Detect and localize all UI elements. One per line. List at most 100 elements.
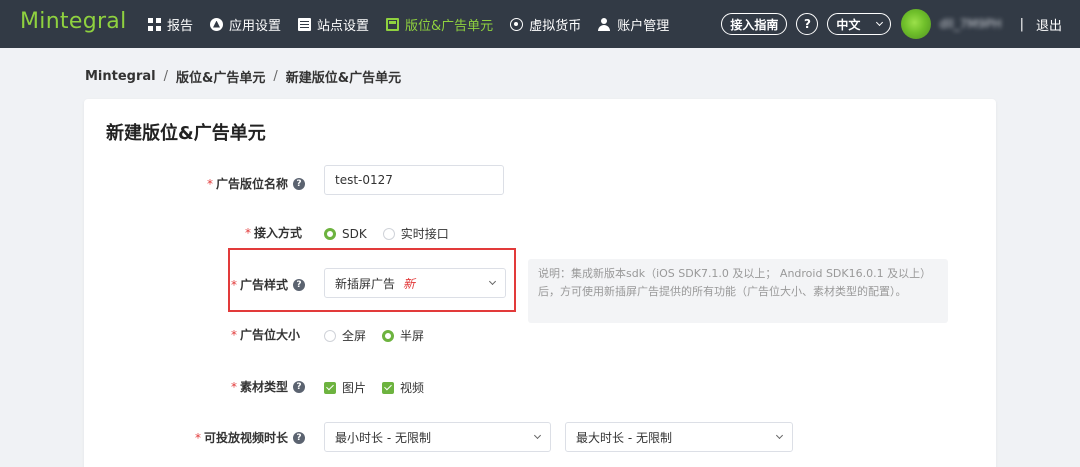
logout-link[interactable]: 退出 <box>1036 15 1062 34</box>
placement-name-label: * 广告版位名称 ? <box>207 175 305 192</box>
nav-item-label: 账户管理 <box>617 18 670 34</box>
nav-item-virtual-currency[interactable]: 虚拟货币 <box>510 0 581 48</box>
list-icon <box>298 17 312 31</box>
ad-style-note: 说明：集成新版本sdk（iOS SDK7.1.0 及以上； Android SD… <box>528 259 948 323</box>
nav-item-label: 站点设置 <box>317 18 370 34</box>
option-label: 视频 <box>400 381 425 395</box>
access-method-label-col: * 接入方式 <box>84 222 305 242</box>
breadcrumb-separator: / <box>273 69 278 84</box>
nav-item-reports[interactable]: 报告 <box>148 0 193 48</box>
logo[interactable]: Mintegral <box>20 9 127 34</box>
app-icon <box>210 17 224 31</box>
required-mark: * <box>194 430 201 445</box>
option-label: SDK <box>342 226 367 241</box>
radio-empty-icon <box>324 329 336 342</box>
dashboard-icon <box>148 17 161 31</box>
placement-name-label-col: * 广告版位名称 ? <box>84 173 305 193</box>
new-tag: 新 <box>403 276 416 291</box>
page-title: 新建版位&广告单元 <box>106 123 266 144</box>
user-icon <box>598 17 611 31</box>
label-text: 广告版位名称 <box>215 177 288 191</box>
required-mark: * <box>230 379 237 394</box>
required-mark: * <box>244 225 251 240</box>
language-label: 中文 <box>836 17 861 32</box>
material-type-option-image[interactable]: 图片 <box>324 379 366 396</box>
select-value: 新插屏广告新 <box>335 275 415 292</box>
radio-empty-icon <box>382 227 395 240</box>
breadcrumb-home[interactable]: Mintegral <box>85 69 156 84</box>
checkbox-checked-icon <box>324 381 336 394</box>
nav-right: 接入指南 ? 中文 dll_7M9PH | 退出 <box>721 0 1080 48</box>
top-nav: Mintegral 报告 应用设置 站点设置 版位&广告单元 虚拟货币 账户管理… <box>0 0 1080 48</box>
breadcrumb-placements[interactable]: 版位&广告单元 <box>176 67 265 86</box>
access-method-option-realtime[interactable]: 实时接口 <box>382 225 449 242</box>
breadcrumb-separator: / <box>163 69 169 84</box>
help-icon[interactable]: ? <box>293 177 305 190</box>
nav-item-label: 应用设置 <box>229 18 282 34</box>
chevron-down-icon <box>488 277 497 286</box>
ad-style-select[interactable]: 新插屏广告新 <box>324 268 506 298</box>
nav-item-account[interactable]: 账户管理 <box>598 0 669 48</box>
radio-selected-icon <box>324 227 336 240</box>
chevron-down-icon <box>533 431 542 440</box>
nav-item-label: 虚拟货币 <box>529 18 582 34</box>
label-text: 广告位大小 <box>239 328 300 342</box>
label-text: 可投放视频时长 <box>203 431 288 445</box>
checkbox-checked-icon <box>382 381 395 394</box>
ad-size-label-col: * 广告位大小 <box>84 326 305 346</box>
help-icon[interactable]: ? <box>293 431 305 444</box>
help-button[interactable]: ? <box>796 13 819 35</box>
ad-style-label-col: * 广告样式 ? <box>84 274 305 294</box>
material-type-label-col: * 素材类型 ? <box>84 378 305 398</box>
nav-item-app-settings[interactable]: 应用设置 <box>210 0 281 48</box>
language-select[interactable]: 中文 <box>827 13 892 35</box>
nav-menu: 报告 应用设置 站点设置 版位&广告单元 虚拟货币 账户管理 <box>148 0 686 48</box>
help-icon[interactable]: ? <box>293 380 305 393</box>
radio-selected-icon <box>382 329 395 342</box>
video-duration-label: * 可投放视频时长 ? <box>195 429 305 446</box>
nav-item-site-settings[interactable]: 站点设置 <box>298 0 369 48</box>
required-mark: * <box>230 327 237 342</box>
ad-style-label: * 广告样式 ? <box>231 276 305 293</box>
video-min-duration-select[interactable]: 最小时长 - 无限制 <box>324 422 551 452</box>
placement-icon <box>386 17 400 31</box>
ad-style-value: 新插屏广告 <box>335 276 396 291</box>
form-card: 新建版位&广告单元 * 广告版位名称 ? test-0127 * 接入方式 SD… <box>84 99 996 467</box>
help-icon[interactable]: ? <box>293 278 305 291</box>
select-value: 最大时长 - 无限制 <box>576 430 672 445</box>
option-label: 全屏 <box>342 329 367 343</box>
placement-name-input[interactable]: test-0127 <box>324 165 504 195</box>
label-text: 接入方式 <box>253 226 302 240</box>
select-value: 最小时长 - 无限制 <box>335 430 431 445</box>
required-mark: * <box>230 277 237 292</box>
label-text: 广告样式 <box>239 278 288 292</box>
required-mark: * <box>206 176 213 191</box>
video-duration-label-col: * 可投放视频时长 ? <box>84 429 305 449</box>
breadcrumb-current: 新建版位&广告单元 <box>285 71 402 86</box>
material-type-label: * 素材类型 ? <box>231 378 305 395</box>
nav-item-placements[interactable]: 版位&广告单元 <box>386 0 493 48</box>
coin-icon <box>510 17 524 31</box>
ad-size-option-full[interactable]: 全屏 <box>324 327 366 344</box>
option-label: 半屏 <box>400 329 425 343</box>
option-label: 实时接口 <box>400 227 449 241</box>
nav-item-label: 版位&广告单元 <box>405 18 494 34</box>
chevron-down-icon <box>775 431 784 440</box>
access-method-label: * 接入方式 <box>245 224 302 241</box>
material-type-option-video[interactable]: 视频 <box>382 379 424 396</box>
ad-size-label: * 广告位大小 <box>231 326 300 343</box>
chevron-down-icon <box>876 18 884 27</box>
video-max-duration-select[interactable]: 最大时长 - 无限制 <box>565 422 793 452</box>
ad-size-options: 全屏 半屏 <box>324 327 440 344</box>
nav-separator: | <box>1019 16 1024 32</box>
breadcrumb: Mintegral / 版位&广告单元 / 新建版位&广告单元 <box>85 67 401 86</box>
avatar[interactable] <box>901 9 932 39</box>
nav-item-label: 报告 <box>167 18 194 34</box>
material-type-options: 图片 视频 <box>324 379 440 396</box>
integration-guide-button[interactable]: 接入指南 <box>721 13 788 35</box>
label-text: 素材类型 <box>239 380 288 394</box>
option-label: 图片 <box>342 381 367 395</box>
access-method-options: SDK 实时接口 <box>324 225 465 242</box>
ad-size-option-half[interactable]: 半屏 <box>382 327 424 344</box>
access-method-option-sdk[interactable]: SDK <box>324 227 367 241</box>
